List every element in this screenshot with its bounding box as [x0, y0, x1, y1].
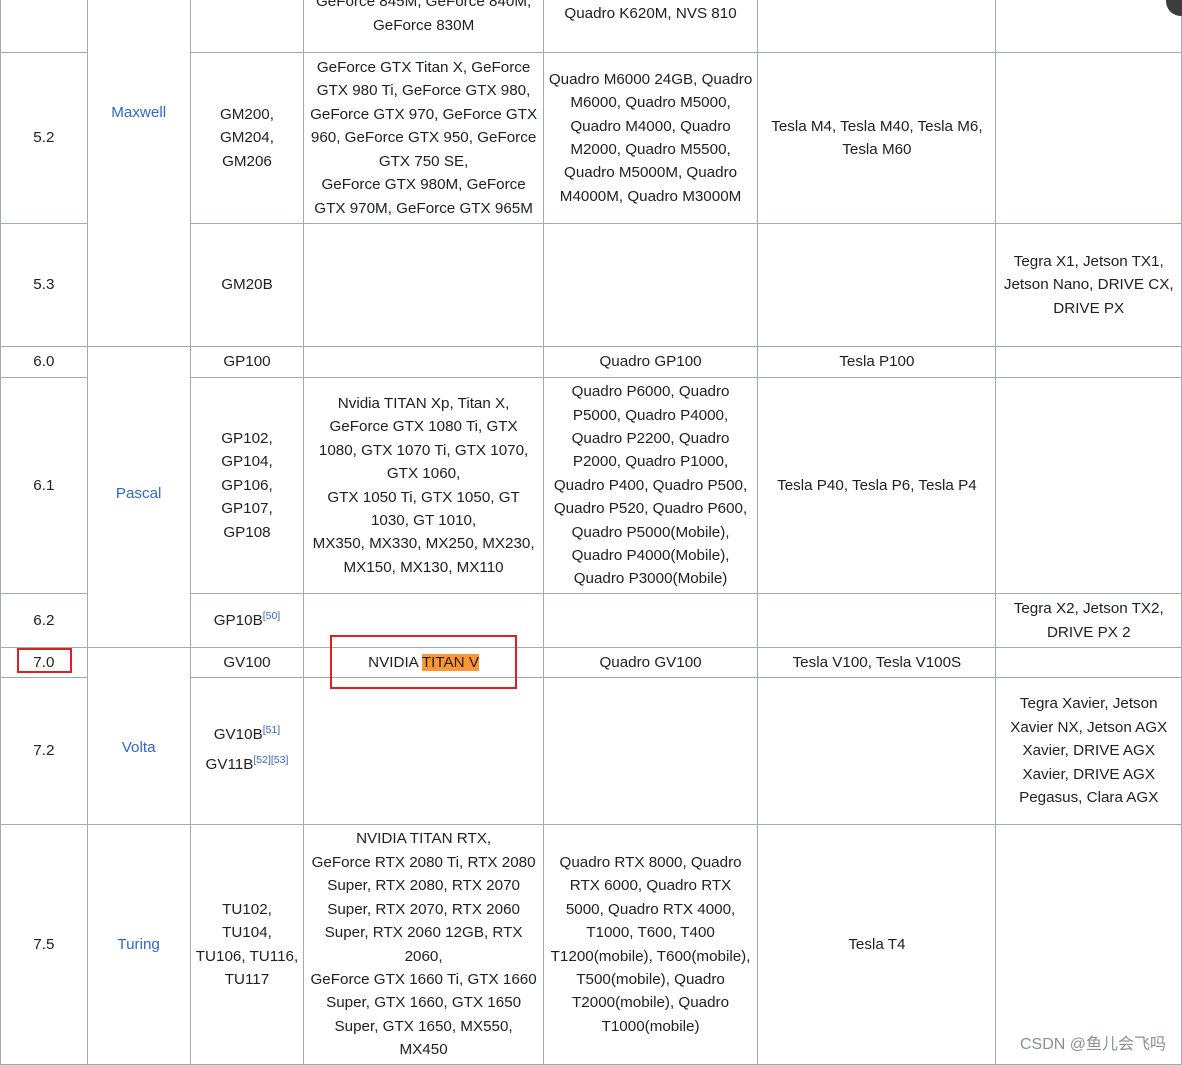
- cc-cell: 6.0: [0, 346, 88, 378]
- pro-cell: Quadro GV100: [542, 647, 759, 678]
- datacenter-cell: Tesla P40, Tesla P6, Tesla P4: [757, 377, 997, 594]
- cc-cell: [0, 0, 88, 53]
- arch-cell-pascal: Pascal: [86, 346, 191, 648]
- arch-link-pascal[interactable]: Pascal: [116, 485, 162, 502]
- reference-link[interactable]: [52]: [253, 754, 271, 766]
- cc-cell: 5.2: [0, 52, 88, 224]
- pro-cell: Quadro M6000 24GB, Quadro M6000, Quadro …: [542, 52, 759, 224]
- arch-link-turing[interactable]: Turing: [117, 936, 160, 953]
- datacenter-cell: Tesla P100: [757, 346, 997, 378]
- search-highlight: TITAN V: [421, 653, 479, 671]
- consumer-cell: [303, 677, 544, 825]
- consumer-cell: [303, 593, 544, 648]
- arch-cell-turing: Turing: [86, 824, 191, 1065]
- arch-cell-maxwell: Maxwell: [86, 0, 191, 347]
- arch-link-maxwell[interactable]: Maxwell: [111, 104, 166, 121]
- consumer-cell: GeForce GTX Titan X, GeForce GTX 980 Ti,…: [303, 52, 544, 224]
- table-row: 7.0 Volta GV100 NVIDIA TITAN V Quadro GV…: [0, 647, 1182, 825]
- tegra-cell: Tegra X1, Jetson TX1, Jetson Nano, DRIVE…: [995, 223, 1182, 347]
- pro-cell: [542, 677, 759, 825]
- datacenter-cell: [757, 0, 997, 53]
- consumer-cell: [303, 223, 544, 347]
- chip-cell: GM200, GM204, GM206: [189, 52, 305, 224]
- pro-cell: Quadro GP100: [542, 346, 759, 378]
- tegra-cell: [995, 824, 1182, 1065]
- chip-name: GV10B: [213, 725, 263, 743]
- table-row: 6.0 Pascal GP100 Quadro GP100 Tesla P100: [0, 346, 1182, 648]
- tegra-cell: [995, 647, 1182, 678]
- arch-link-volta[interactable]: Volta: [122, 739, 156, 756]
- chip-cell: GP10B[50]: [189, 593, 305, 648]
- reference-link[interactable]: [51]: [263, 724, 281, 736]
- chip-name: GV11B: [205, 755, 254, 773]
- cc-cell: 7.0: [0, 647, 88, 678]
- reference-link[interactable]: [53]: [271, 754, 289, 766]
- pro-cell: Quadro RTX 8000, Quadro RTX 6000, Quadro…: [542, 824, 759, 1065]
- tegra-cell: Tegra Xavier, Jetson Xavier NX, Jetson A…: [995, 677, 1182, 825]
- reference-link[interactable]: [50]: [263, 610, 281, 622]
- consumer-prefix: NVIDIA: [368, 653, 422, 671]
- cc-cell: 6.1: [0, 377, 88, 594]
- cc-cell: 7.2: [0, 677, 88, 825]
- pro-cell: Quadro K620M, NVS 810: [542, 0, 759, 53]
- pro-cell: [542, 223, 759, 347]
- chip-cell: GP100: [189, 346, 305, 378]
- tegra-cell: Tegra X2, Jetson TX2, DRIVE PX 2: [995, 593, 1182, 648]
- tegra-cell: [995, 52, 1182, 224]
- pro-cell: Quadro P6000, Quadro P5000, Quadro P4000…: [542, 377, 759, 594]
- datacenter-cell: Tesla M4, Tesla M40, Tesla M6, Tesla M60: [757, 52, 997, 224]
- watermark: CSDN @鱼儿会飞吗: [1019, 1036, 1166, 1053]
- datacenter-cell: [757, 677, 997, 825]
- cc-cell: 6.2: [0, 593, 88, 648]
- chip-name: GP10B: [213, 611, 263, 629]
- consumer-cell: NVIDIA TITAN V: [303, 647, 544, 678]
- table-row: 7.5 Turing TU102, TU104, TU106, TU116, T…: [0, 824, 1182, 1065]
- consumer-cell: Nvidia TITAN Xp, Titan X, GeForce GTX 10…: [303, 377, 544, 594]
- chip-cell: GV10B[51] GV11B[52][53]: [189, 677, 305, 825]
- arch-cell-volta: Volta: [86, 647, 191, 825]
- tegra-cell: [995, 377, 1182, 594]
- table-row: Maxwell GeForce 845M, GeForce 840M, GeFo…: [0, 0, 1182, 347]
- datacenter-cell: [757, 593, 997, 648]
- datacenter-cell: Tesla V100, Tesla V100S: [757, 647, 997, 678]
- pro-cell: [542, 593, 759, 648]
- chip-cell: TU102, TU104, TU106, TU116, TU117: [189, 824, 305, 1065]
- cc-cell: 7.5: [0, 824, 88, 1065]
- chip-cell: GP102, GP104, GP106, GP107, GP108: [189, 377, 305, 594]
- chip-cell: GM20B: [189, 223, 305, 347]
- cc-cell: 5.3: [0, 223, 88, 347]
- datacenter-cell: Tesla T4: [757, 824, 997, 1065]
- consumer-cell: [303, 346, 544, 378]
- datacenter-cell: [757, 223, 997, 347]
- tegra-cell: [995, 346, 1182, 378]
- compute-capability-table: Maxwell GeForce 845M, GeForce 840M, GeFo…: [0, 0, 1182, 1065]
- consumer-cell: NVIDIA TITAN RTX, GeForce RTX 2080 Ti, RT…: [303, 824, 544, 1065]
- tegra-cell: [995, 0, 1182, 53]
- chip-cell: GV100: [189, 647, 305, 678]
- consumer-cell: GeForce 845M, GeForce 840M, GeForce 830M: [303, 0, 544, 53]
- chip-cell: [189, 0, 305, 53]
